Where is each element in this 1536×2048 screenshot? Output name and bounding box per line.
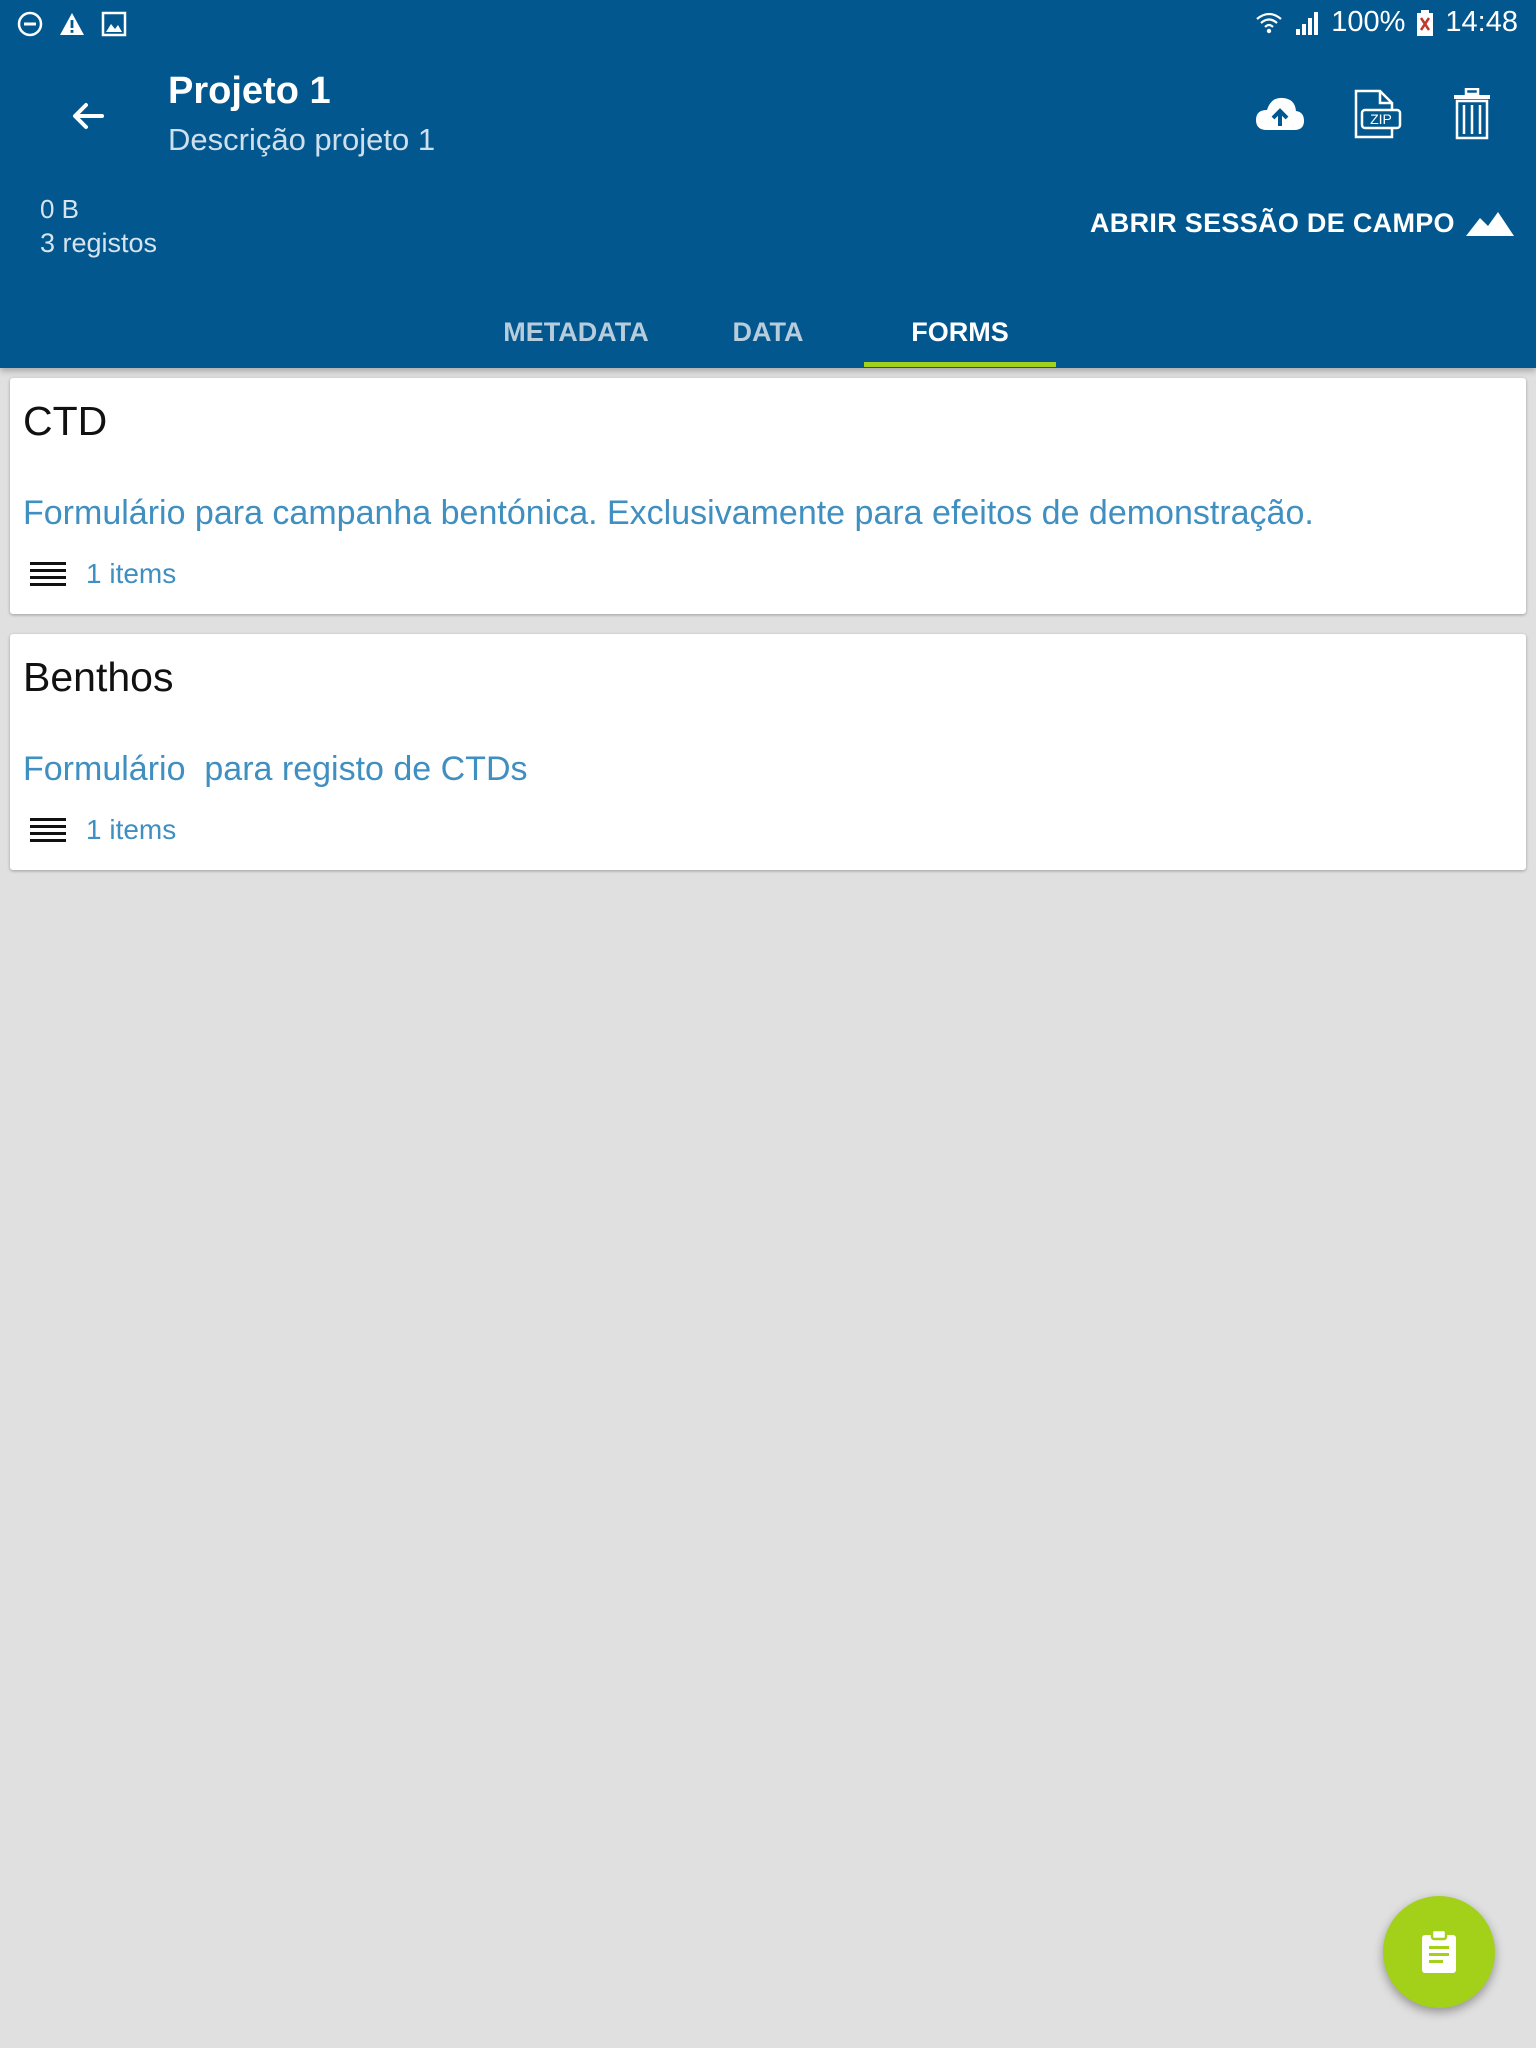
project-record-count: 3 registos (40, 228, 158, 258)
upload-button[interactable] (1248, 82, 1312, 146)
cloud-upload-icon (1256, 97, 1304, 130)
form-card[interactable]: Benthos Formulário para registo de CTDs … (10, 634, 1526, 870)
form-title: CTD (23, 398, 108, 444)
form-title: Benthos (23, 654, 174, 700)
tab-metadata[interactable]: METADATA (480, 296, 672, 368)
delete-icon (1454, 88, 1490, 140)
zip-file-icon: ZIP (1354, 89, 1402, 139)
list-icon (30, 818, 66, 842)
delete-button[interactable] (1440, 82, 1504, 146)
do-not-disturb-icon (17, 11, 43, 37)
tab-forms[interactable]: FORMS (864, 296, 1056, 368)
add-form-fab[interactable] (1383, 1896, 1495, 2008)
form-description: Formulário para registo de CTDs (23, 750, 528, 788)
clock: 14:48 (1445, 6, 1518, 38)
wifi-icon (1256, 12, 1282, 33)
battery-percent: 100% (1331, 6, 1406, 38)
export-zip-button[interactable]: ZIP (1344, 82, 1408, 146)
page-subtitle: Descrição projeto 1 (168, 122, 436, 157)
mountain-icon[interactable] (1466, 208, 1514, 238)
arrow-back-icon (73, 103, 104, 129)
form-item-count: 1 items (30, 558, 176, 590)
form-item-count: 1 items (30, 814, 176, 846)
tab-data[interactable]: DATA (672, 296, 864, 368)
form-description: Formulário para campanha bentónica. Excl… (23, 494, 1314, 532)
warning-icon (60, 13, 84, 35)
clipboard-icon (1422, 1929, 1456, 1973)
status-bar: 100% 14:48 (0, 0, 1536, 48)
list-icon (30, 562, 66, 586)
page-title: Projeto 1 (168, 70, 331, 112)
battery-icon (1417, 9, 1434, 36)
item-count-label: 1 items (86, 558, 177, 589)
svg-text:ZIP: ZIP (1370, 111, 1392, 127)
active-tab-indicator (864, 362, 1056, 367)
project-size: 0 B (40, 194, 80, 224)
signal-icon (1296, 11, 1319, 35)
open-field-session-button[interactable]: ABRIR SESSÃO DE CAMPO (1090, 208, 1455, 239)
image-icon (101, 11, 127, 37)
tab-bar: METADATA DATA FORMS (0, 296, 1536, 368)
form-card[interactable]: CTD Formulário para campanha bentónica. … (10, 378, 1526, 614)
back-button[interactable] (60, 88, 116, 144)
app-bar: 100% 14:48 Projeto 1 Descrição projeto 1… (0, 0, 1536, 368)
item-count-label: 1 items (86, 814, 177, 845)
